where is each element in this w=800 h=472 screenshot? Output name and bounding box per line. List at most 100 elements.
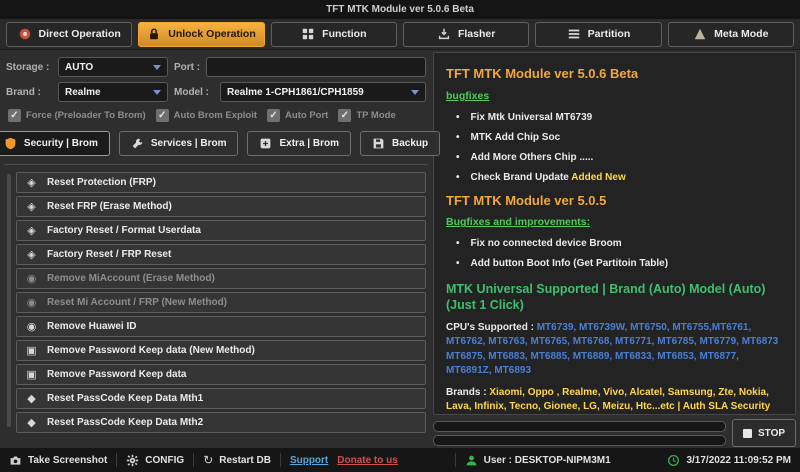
log-line: •Check Brand Update Added New	[446, 171, 783, 184]
checkbox-box-icon	[267, 109, 280, 122]
function-icon	[301, 27, 315, 41]
operation-button[interactable]: Reset Mi Account / FRP (New Method)	[16, 292, 426, 313]
log-panel[interactable]: TFT MTK Module ver 5.0.6 Betabugfixes•Fi…	[433, 52, 796, 415]
datetime-label: 3/17/2022 11:09:52 PM	[686, 455, 791, 466]
port-label: Port :	[174, 62, 200, 73]
subtab-security-brom[interactable]: Security | Brom	[0, 131, 110, 156]
key-icon	[25, 416, 38, 429]
operation-button[interactable]: Remove Huawei ID	[16, 316, 426, 337]
subtab-backup[interactable]: Backup	[360, 131, 440, 156]
operation-button[interactable]: Remove MiAccount (Erase Method)	[16, 268, 426, 289]
take-screenshot-label: Take Screenshot	[28, 455, 107, 466]
model-select[interactable]: Realme 1-CPH1861/CPH1859	[220, 82, 426, 102]
mode-checkbox[interactable]: TP Mode	[338, 109, 395, 122]
operation-label: Remove Password Keep data	[47, 369, 187, 380]
brand-select[interactable]: Realme	[58, 82, 168, 102]
user-status: User : DESKTOP-NIPM3M1	[465, 454, 611, 467]
operation-label: Remove Password Keep data (New Method)	[47, 345, 255, 356]
status-bar: Take Screenshot CONFIG ↻ Restart DB Supp…	[0, 447, 800, 472]
restart-db-button[interactable]: ↻ Restart DB	[203, 453, 271, 467]
log-line: •Fix Mtk Universal MT6739	[446, 111, 783, 124]
partition-icon	[567, 27, 581, 41]
operation-label: Reset FRP (Erase Method)	[47, 201, 172, 212]
donate-link[interactable]: Donate to us	[337, 455, 398, 466]
tab-label: Function	[322, 28, 366, 40]
operation-button[interactable]: Factory Reset / Format Userdata	[16, 220, 426, 241]
log-line: •MTK Add Chip Soc	[446, 131, 783, 144]
bullet-icon: •	[456, 172, 460, 183]
chevron-down-icon	[411, 90, 419, 95]
log-line: TFT MTK Module ver 5.0.5	[446, 193, 783, 210]
erase-icon	[25, 200, 38, 213]
storage-value: AUTO	[65, 62, 93, 73]
tab-flasher[interactable]: Flasher	[403, 22, 529, 47]
tab-partition[interactable]: Partition	[535, 22, 661, 47]
support-link[interactable]: Support	[290, 455, 328, 466]
restart-db-label: Restart DB	[219, 455, 271, 466]
subtab-label: Backup	[392, 138, 428, 149]
operation-button[interactable]: Reset Protection (FRP)	[16, 172, 426, 193]
progress-bar-2	[433, 435, 726, 446]
erase-icon	[25, 248, 38, 261]
port-input[interactable]	[206, 57, 426, 77]
take-screenshot-button[interactable]: Take Screenshot	[9, 454, 107, 467]
stop-label: STOP	[758, 428, 785, 439]
config-button[interactable]: CONFIG	[126, 454, 184, 467]
log-line: TFT MTK Module ver 5.0.6 Beta	[446, 66, 783, 83]
operation-label: Reset Protection (FRP)	[47, 177, 156, 188]
brom-subtabs: Security | Brom Services | Brom Extra | …	[4, 131, 428, 156]
scrollbar[interactable]	[7, 174, 11, 427]
bullet-icon: •	[456, 238, 460, 249]
tab-meta-mode[interactable]: Meta Mode	[668, 22, 794, 47]
divider	[116, 453, 117, 467]
storage-select[interactable]: AUTO	[58, 57, 168, 77]
title-bar: TFT MTK Module ver 5.0.6 Beta	[0, 0, 800, 19]
operation-button[interactable]: Reset PassCode Keep Data Mth1	[16, 388, 426, 409]
tab-label: Partition	[588, 28, 631, 40]
checkbox-box-icon	[8, 109, 21, 122]
stop-button[interactable]: STOP	[732, 419, 796, 447]
mode-checkbox[interactable]: Auto Port	[267, 109, 328, 122]
operation-button[interactable]: Remove Password Keep data (New Method)	[16, 340, 426, 361]
right-panel: TFT MTK Module ver 5.0.6 Betabugfixes•Fi…	[433, 52, 796, 447]
tab-direct-operation[interactable]: Direct Operation	[6, 22, 132, 47]
restart-icon: ↻	[203, 453, 213, 467]
log-line: Bugfixes and improvements:	[446, 216, 783, 230]
operation-button[interactable]: Factory Reset / FRP Reset	[16, 244, 426, 265]
lock-icon	[147, 27, 161, 41]
lock-icon	[25, 344, 38, 357]
subtab-extra-brom[interactable]: Extra | Brom	[247, 131, 350, 156]
log-text: Xiaomi, Oppo , Realme, Vivo, Alcatel, Sa…	[446, 387, 770, 415]
brand-label: Brand :	[6, 87, 52, 98]
operation-label: Remove MiAccount (Erase Method)	[47, 273, 215, 284]
log-text: MTK Add Chip Soc	[471, 132, 561, 143]
operation-button[interactable]: Reset PassCode Keep Data Mth2	[16, 412, 426, 433]
log-text: TFT MTK Module ver 5.0.5	[446, 193, 606, 208]
user-icon	[25, 296, 38, 309]
storage-label: Storage :	[6, 62, 52, 73]
user-icon	[465, 454, 478, 467]
config-label: CONFIG	[145, 455, 184, 466]
tab-function[interactable]: Function	[271, 22, 397, 47]
log-text: Add More Others Chip .....	[471, 152, 594, 163]
model-value: Realme 1-CPH1861/CPH1859	[227, 87, 364, 98]
subtab-services-brom[interactable]: Services | Brom	[119, 131, 239, 156]
bullet-icon: •	[456, 258, 460, 269]
operation-button[interactable]: Remove Password Keep data	[16, 364, 426, 385]
stop-icon	[743, 429, 752, 438]
save-disk-icon	[372, 137, 385, 150]
erase-icon	[25, 224, 38, 237]
log-text: CPU's Supported :	[446, 322, 537, 333]
log-text: Brands :	[446, 387, 489, 398]
divider	[455, 453, 456, 467]
operation-label: Reset Mi Account / FRP (New Method)	[47, 297, 227, 308]
operation-label: Factory Reset / Format Userdata	[47, 225, 201, 236]
operation-button[interactable]: Reset FRP (Erase Method)	[16, 196, 426, 217]
direct-operation-icon	[18, 27, 32, 41]
mode-checkbox[interactable]: Auto Brom Exploit	[156, 109, 257, 122]
tab-unlock-operation[interactable]: Unlock Operation	[138, 22, 264, 47]
mode-checkbox[interactable]: Force (Preloader To Brom)	[8, 109, 146, 122]
log-text: Check Brand Update	[471, 172, 572, 183]
bullet-icon: •	[456, 152, 460, 163]
gear-icon	[126, 454, 139, 467]
